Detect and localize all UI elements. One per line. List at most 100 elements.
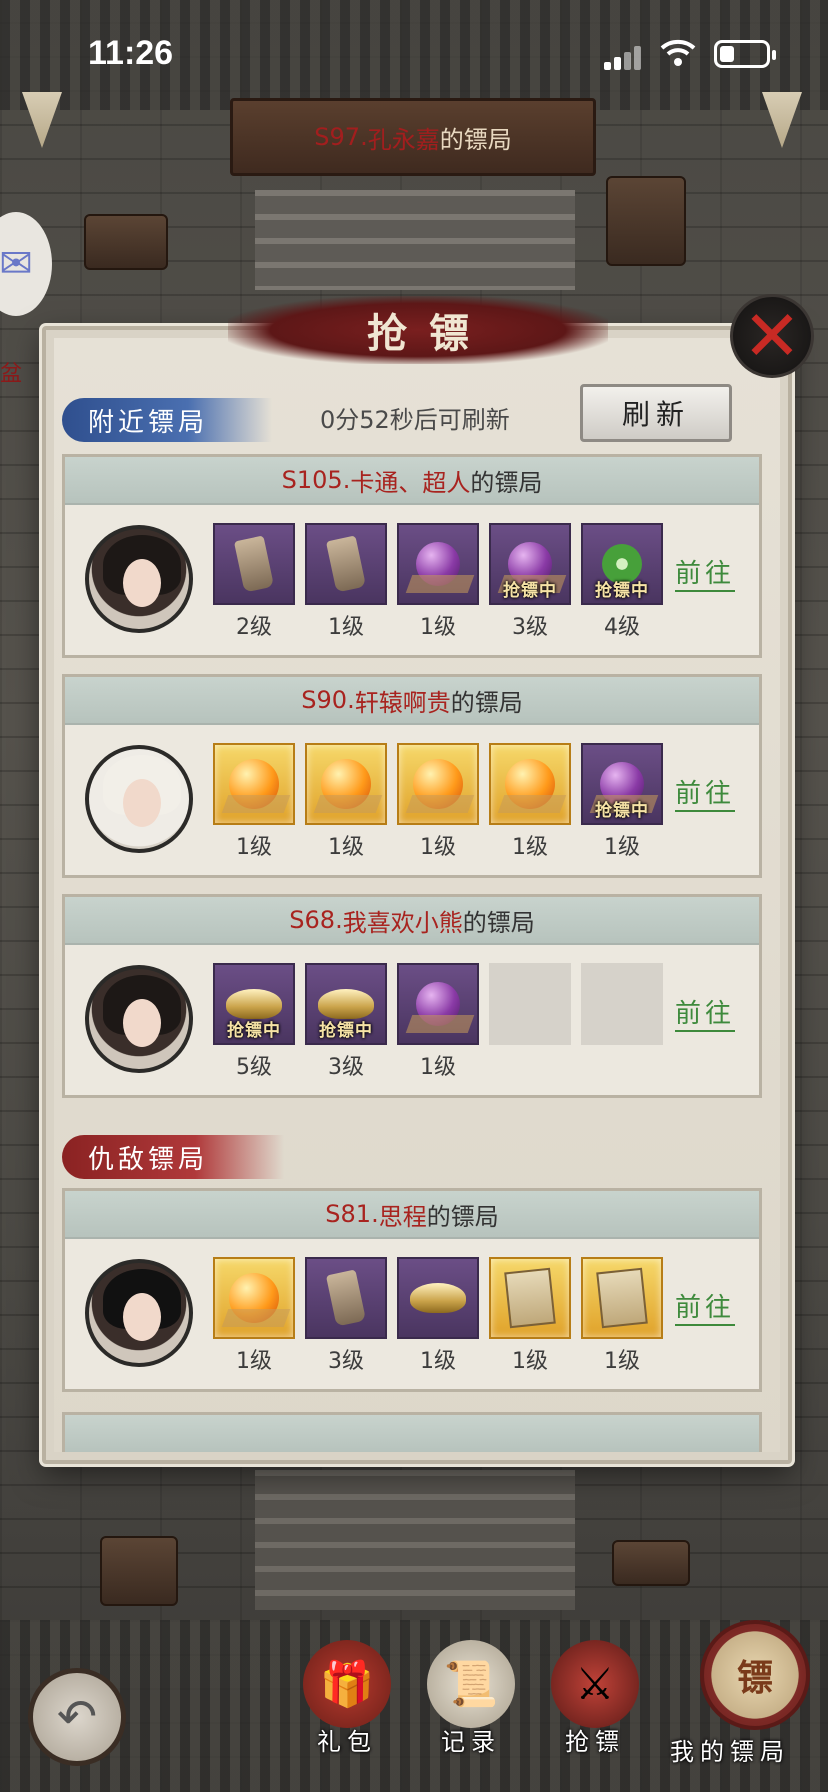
cargo-level: 1级 [604,1349,640,1374]
cargo-item[interactable] [213,743,295,825]
cargo-item[interactable]: 抢镖中 [581,523,663,605]
cargo-item[interactable]: 抢镖中 [305,963,387,1045]
avatar[interactable] [85,965,193,1073]
wifi-icon [660,39,696,66]
escort-suffix: 的镖局 [470,468,543,497]
cargo-slot[interactable]: 抢镖中 5级 [213,963,295,1081]
escort-card: S90. 轩辕啊贵 的镖局 1级 1级 1级 1级 抢镖中 1级 前往 [62,674,762,878]
cargo-slot[interactable] [581,963,663,1081]
status-bar: 11:26 [0,0,828,100]
cargo-item[interactable]: 抢镖中 [213,963,295,1045]
cargo-slot[interactable]: 1级 [489,743,571,861]
cargo-item[interactable] [213,1257,295,1339]
cargo-item[interactable] [213,523,295,605]
cargo-slot[interactable]: 抢镖中 4级 [581,523,663,641]
avatar[interactable] [85,745,193,853]
cargo-level: 1级 [420,615,456,640]
cargo-slot[interactable]: 1级 [489,1257,571,1375]
chest-icon [612,1540,690,1586]
cargo-slot[interactable]: 抢镖中 3级 [489,523,571,641]
go-button[interactable]: 前往 [675,553,736,592]
cargo-item[interactable] [397,963,479,1045]
close-button[interactable]: ✕ [730,294,814,378]
cargo-level: 1级 [328,615,364,640]
battery-icon [714,40,770,68]
server-id: S105. [281,466,351,494]
cargo-level: 2级 [236,615,272,640]
cellular-signal-icon [604,44,644,70]
cargo-slot[interactable]: 1级 [581,1257,663,1375]
next-card-peek [62,1412,762,1452]
token-icon [233,535,275,593]
cargo-item[interactable] [489,743,571,825]
cargo-item[interactable] [305,1257,387,1339]
cargo-level: 1级 [512,835,548,860]
cargo-slots: 1级 1级 1级 1级 抢镖中 1级 [213,743,663,861]
cargo-slot[interactable]: 3级 [305,1257,387,1375]
token-icon [325,1269,367,1327]
cargo-level: 5级 [236,1055,272,1080]
sign-owner: 孔永嘉 [367,125,440,154]
go-button[interactable]: 前往 [675,773,736,812]
nearby-section-tag: 附近镖局 [62,398,272,442]
nav-rob[interactable]: ⚔ 抢镖 [540,1640,650,1757]
cargo-slot[interactable]: 抢镖中 1级 [581,743,663,861]
cargo-item[interactable] [489,1257,571,1339]
robbing-badge: 抢镖中 [595,581,649,601]
lantern-icon [762,92,802,148]
escort-suffix: 的镖局 [426,1202,499,1231]
cargo-slot[interactable]: 1级 [397,963,479,1081]
cargo-slot[interactable]: 抢镖中 3级 [305,963,387,1081]
nav-record[interactable]: 📜 记录 [416,1640,526,1757]
avatar[interactable] [85,1259,193,1367]
lantern-icon [22,92,62,148]
cargo-slot[interactable]: 1级 [397,523,479,641]
nav-rob-label: 抢镖 [565,1728,625,1756]
cargo-slot[interactable]: 1级 [305,743,387,861]
escort-card-body: 1级 3级 1级 1级 1级 前往 [65,1239,759,1389]
cargo-item[interactable] [397,523,479,605]
cargo-item[interactable] [397,1257,479,1339]
nav-gift-label: 礼包 [317,1728,377,1756]
letter-icon [596,1267,648,1329]
nav-gift[interactable]: 🎁 礼包 [292,1640,402,1757]
cargo-slot[interactable]: 1级 [397,1257,479,1375]
cargo-slot[interactable]: 1级 [213,1257,295,1375]
escort-card-body: 抢镖中 5级 抢镖中 3级 1级 前往 [65,945,759,1095]
back-button[interactable]: ↶ [28,1668,126,1766]
side-label: 盆 [0,362,23,387]
server-id: S68. [289,906,343,934]
cargo-item[interactable]: 抢镖中 [581,743,663,825]
cargo-item[interactable] [397,743,479,825]
go-button[interactable]: 前往 [675,993,736,1032]
crossed-weapons-icon: ⚔ [551,1640,639,1728]
cargo-item[interactable] [581,963,663,1045]
cargo-item[interactable] [489,963,571,1045]
cargo-slot[interactable] [489,963,571,1081]
dialog-title-banner: 抢镖 [228,296,608,364]
cargo-slot[interactable]: 2级 [213,523,295,641]
cargo-item[interactable] [305,743,387,825]
cargo-slot[interactable]: 1级 [213,743,295,861]
refresh-button[interactable]: 刷新 [580,384,732,442]
cargo-level: 1级 [604,835,640,860]
ingot-icon [410,1283,466,1313]
stairs-bottom [255,1470,575,1610]
nav-my-escort[interactable]: 镖 我的镖局 [670,1620,820,1770]
sign-suffix: 的镖局 [439,125,512,154]
cargo-slot[interactable]: 1级 [397,743,479,861]
escort-card-header: S105. 卡通、超人 的镖局 [65,457,759,505]
cargo-level: 4级 [604,615,640,640]
cargo-item[interactable] [581,1257,663,1339]
cargo-level: 1级 [420,835,456,860]
avatar[interactable] [85,525,193,633]
cargo-item[interactable]: 抢镖中 [489,523,571,605]
cargo-item[interactable] [305,523,387,605]
letter-icon [504,1267,556,1329]
scroll-record-icon: 📜 [427,1640,515,1728]
cargo-slot[interactable]: 1级 [305,523,387,641]
owner-name: 思程 [378,1202,427,1231]
owner-name: 轩辕啊贵 [354,688,451,717]
go-button[interactable]: 前往 [675,1287,736,1326]
stairs-top [255,190,575,290]
